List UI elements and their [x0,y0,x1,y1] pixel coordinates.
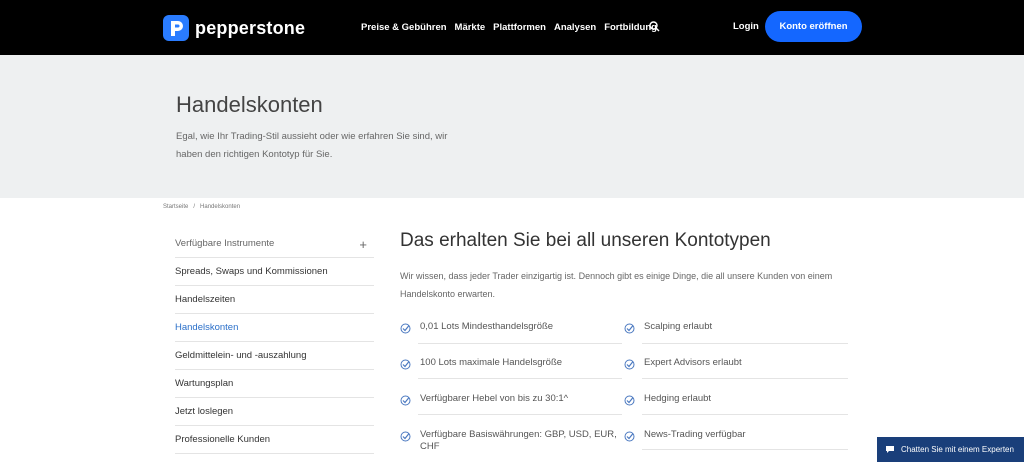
feature-text: 0,01 Lots Mindesthandelsgröße [420,321,554,332]
hero-banner: Handelskonten Egal, wie Ihr Trading-Stil… [0,55,1024,198]
sidebar-item-get-started[interactable]: Jetzt loslegen [175,398,374,426]
check-icon [400,431,411,442]
check-icon [624,431,635,442]
sidebar-item-accounts[interactable]: Handelskonten [175,314,374,342]
page-subtitle: Egal, wie Ihr Trading-Stil aussieht oder… [176,131,448,160]
chat-bubble-icon [886,446,894,453]
section-intro: Wir wissen, dass jeder Trader einzigarti… [400,271,833,299]
divider [642,343,848,344]
breadcrumb: Startseite / Handelskonten [163,204,240,210]
main-nav: Preise & Gebühren Märkte Plattformen Ana… [361,0,665,55]
sidebar-item-label: Handelszeiten [175,294,236,305]
divider [642,378,848,379]
sidebar-item-trading-hours[interactable]: Handelszeiten [175,286,374,314]
sidebar-menu: Verfügbare Instrumente + Spreads, Swaps … [175,230,374,454]
divider [418,378,622,379]
sidebar-item-label: Jetzt loslegen [175,406,234,417]
nav-pricing[interactable]: Preise & Gebühren [361,22,447,33]
sidebar-item-label: Handelskonten [175,322,239,333]
sidebar-item-label: Spreads, Swaps und Kommissionen [175,266,328,277]
pepperstone-logo[interactable]: pepperstone [163,15,305,41]
section-title: Das erhalten Sie bei all unseren Kontoty… [400,230,771,251]
page-title: Handelskonten [176,92,323,117]
feature-text: Verfügbare Basiswährungen: GBP, USD, EUR… [420,429,617,452]
check-icon [400,323,411,334]
divider [418,343,622,344]
chat-label: Chatten Sie mit einem Experten [901,445,1014,454]
main-content: Das erhalten Sie bei all unseren Kontoty… [400,230,860,452]
sidebar-item-spreads[interactable]: Spreads, Swaps und Kommissionen [175,258,374,286]
feature-text: News-Trading verfügbar [644,429,746,440]
top-navigation-bar: pepperstone Preise & Gebühren Märkte Pla… [0,0,1024,55]
check-icon [624,323,635,334]
logo-icon [163,15,189,41]
feature-text: Hedging erlaubt [644,393,712,404]
logo-text: pepperstone [195,17,306,38]
check-icon [400,395,411,406]
feature-text: 100 Lots maximale Handelsgröße [420,357,563,368]
breadcrumb-current: Handelskonten [200,204,241,210]
sidebar-item-instruments[interactable]: Verfügbare Instrumente + [175,230,374,258]
login-link[interactable]: Login [733,21,759,32]
plus-icon[interactable]: + [359,238,367,251]
feature-text: Scalping erlaubt [644,321,713,332]
sidebar-item-label: Verfügbare Instrumente [175,238,275,249]
sidebar-item-label: Wartungsplan [175,378,234,389]
sidebar-item-funding[interactable]: Geldmittelein- und -auszahlung [175,342,374,370]
feature-text: Expert Advisors erlaubt [644,357,742,368]
nav-markets[interactable]: Märkte [455,22,486,33]
sidebar-item-label: Professionelle Kunden [175,434,271,445]
breadcrumb-home[interactable]: Startseite [163,204,188,210]
sidebar-item-professional[interactable]: Professionelle Kunden [175,426,374,454]
sidebar-item-maintenance[interactable]: Wartungsplan [175,370,374,398]
nav-analysis[interactable]: Analysen [554,22,596,33]
divider [642,414,848,415]
open-account-button[interactable]: Konto eröffnen [765,11,862,42]
check-icon [624,395,635,406]
sidebar-item-label: Geldmittelein- und -auszahlung [175,350,307,361]
nav-platforms[interactable]: Plattformen [493,22,546,33]
check-icon [400,359,411,370]
chat-button[interactable]: Chatten Sie mit einem Experten [877,437,1024,462]
search-icon[interactable] [648,20,662,34]
breadcrumb-separator: / [193,204,196,210]
check-icon [624,359,635,370]
divider [642,449,848,450]
divider [418,414,622,415]
feature-text: Verfügbarer Hebel von bis zu 30:1^ [420,393,569,404]
